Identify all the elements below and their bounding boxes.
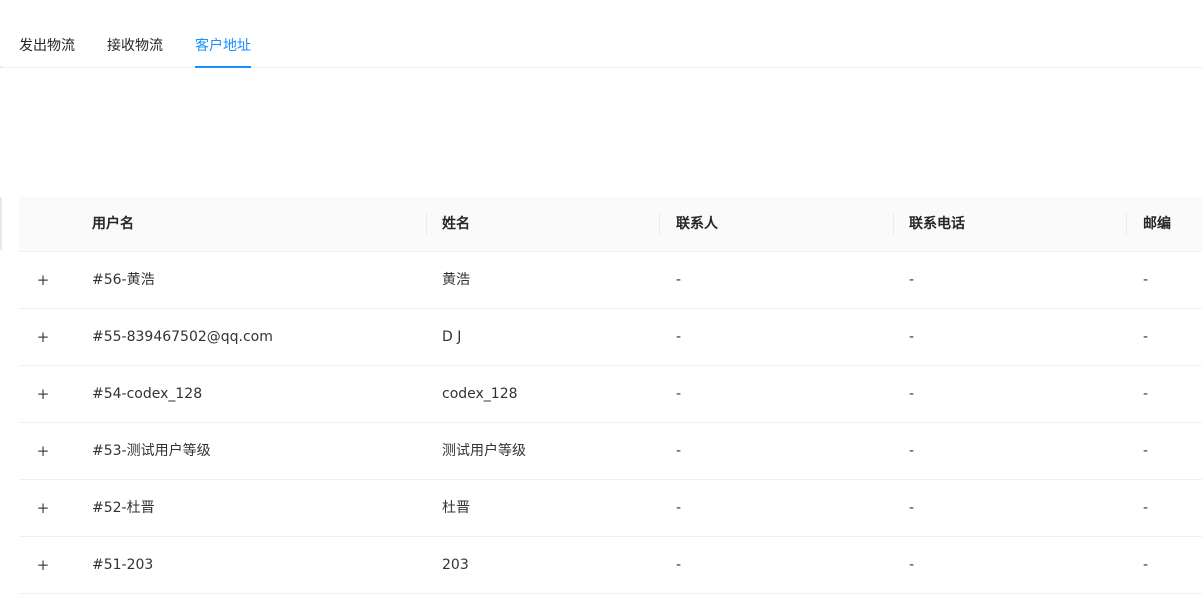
cell-contact: -: [676, 272, 682, 288]
expand-row-icon[interactable]: +: [36, 387, 50, 402]
table-row: + #52-杜晋 杜晋 - - -: [19, 480, 1202, 537]
expand-row-icon[interactable]: +: [36, 330, 50, 345]
table-row: + #54-codex_128 codex_128 - - -: [19, 366, 1202, 423]
cell-name: 黄浩: [442, 272, 470, 288]
column-header-contact: 联系人: [676, 216, 718, 232]
tab-customer-address[interactable]: 客户地址: [195, 36, 251, 56]
cell-zip: -: [1143, 443, 1149, 459]
cell-phone: -: [909, 329, 915, 345]
expand-row-icon[interactable]: +: [36, 273, 50, 288]
expand-row-icon[interactable]: +: [36, 444, 50, 459]
cell-name: 测试用户等级: [442, 443, 526, 459]
cell-name: codex_128: [442, 386, 518, 402]
cell-username: #54-codex_128: [92, 386, 203, 402]
cell-username: #51-203: [92, 557, 154, 573]
cell-username: #53-测试用户等级: [92, 443, 211, 459]
cell-phone: -: [909, 500, 915, 516]
cell-zip: -: [1143, 386, 1149, 402]
expand-row-icon[interactable]: +: [36, 501, 50, 516]
column-divider: [1126, 213, 1127, 235]
cell-zip: -: [1143, 329, 1149, 345]
logistics-tabs: 发出物流 接收物流 客户地址: [0, 0, 1202, 68]
column-header-name: 姓名: [442, 216, 470, 232]
expand-row-icon[interactable]: +: [36, 558, 50, 573]
cell-name: 203: [442, 557, 469, 573]
cell-phone: -: [909, 557, 915, 573]
column-divider: [426, 213, 427, 235]
table-header: 用户名 姓名 联系人 联系电话 邮编: [19, 197, 1202, 252]
cell-phone: -: [909, 272, 915, 288]
cell-name: D J: [442, 329, 462, 345]
active-tab-indicator: [195, 66, 251, 68]
cell-contact: -: [676, 557, 682, 573]
tab-outbound-logistics[interactable]: 发出物流: [19, 36, 75, 56]
column-divider: [893, 213, 894, 235]
column-header-phone: 联系电话: [909, 216, 965, 232]
cell-phone: -: [909, 386, 915, 402]
column-header-zip: 邮编: [1143, 216, 1171, 232]
table-row: + #51-203 203 - - -: [19, 537, 1202, 594]
table-row: + #56-黄浩 黄浩 - - -: [19, 252, 1202, 309]
cell-contact: -: [676, 386, 682, 402]
cell-username: #52-杜晋: [92, 500, 155, 516]
table-row: + #55-839467502@qq.com D J - - -: [19, 309, 1202, 366]
cell-contact: -: [676, 443, 682, 459]
cell-phone: -: [909, 443, 915, 459]
cell-zip: -: [1143, 557, 1149, 573]
cell-username: #56-黄浩: [92, 272, 155, 288]
tab-inbound-logistics[interactable]: 接收物流: [107, 36, 163, 56]
cell-username: #55-839467502@qq.com: [92, 329, 273, 345]
divider: [0, 66, 2, 68]
divider: [0, 197, 2, 250]
page: 发出物流 接收物流 客户地址 用户名 姓名 联系人 联系电话 邮编 + #56-…: [0, 0, 1202, 600]
customer-address-table: 用户名 姓名 联系人 联系电话 邮编 + #56-黄浩 黄浩 - - - + #…: [19, 197, 1202, 594]
table-row: + #53-测试用户等级 测试用户等级 - - -: [19, 423, 1202, 480]
cell-zip: -: [1143, 500, 1149, 516]
cell-name: 杜晋: [442, 500, 470, 516]
cell-contact: -: [676, 329, 682, 345]
cell-contact: -: [676, 500, 682, 516]
column-divider: [659, 213, 660, 235]
cell-zip: -: [1143, 272, 1149, 288]
column-header-username: 用户名: [92, 216, 134, 232]
